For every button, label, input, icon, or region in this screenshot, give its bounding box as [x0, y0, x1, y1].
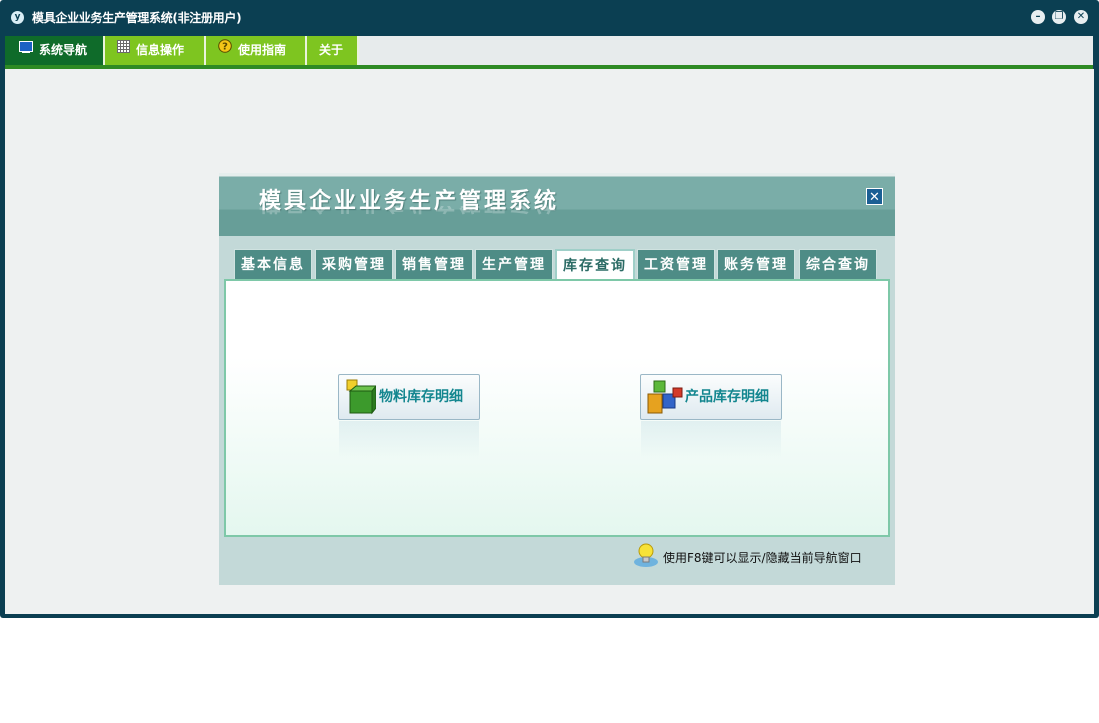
button-label: 产品库存明细	[685, 389, 769, 405]
menu-label: 关于	[319, 43, 344, 57]
tab-payroll[interactable]: 工资管理	[637, 249, 715, 280]
svg-text:?: ?	[222, 42, 228, 53]
menu-bar: 系统导航 信息操作 ? 使用指南 关于	[5, 36, 1093, 65]
menu-info-ops[interactable]: 信息操作	[105, 36, 206, 65]
monitor-icon	[19, 35, 33, 64]
app-window: y 模具企业业务生产管理系统(非注册用户) – ❐ ✕ 系统导航 信息操作 ? …	[0, 0, 1099, 618]
product-boxes-icon	[646, 378, 684, 420]
hint-text: 使用F8键可以显示/隐藏当前导航窗口	[663, 551, 862, 565]
panel-title-reflection: 模具企业业务生产管理系统	[259, 206, 559, 220]
minimize-button[interactable]: –	[1031, 10, 1045, 24]
button-reflection	[339, 421, 479, 459]
menu-user-guide[interactable]: ? 使用指南	[206, 36, 307, 65]
tab-accounting[interactable]: 账务管理	[717, 249, 795, 280]
app-logo-icon: y	[11, 11, 24, 24]
menu-label: 信息操作	[136, 43, 185, 57]
lightbulb-icon	[633, 542, 659, 568]
tab-purchasing[interactable]: 采购管理	[315, 249, 393, 280]
menu-system-nav[interactable]: 系统导航	[5, 36, 105, 65]
button-label: 物料库存明细	[379, 389, 463, 405]
tab-sales[interactable]: 销售管理	[395, 249, 473, 280]
panel-close-button[interactable]: ✕	[866, 188, 883, 205]
material-inventory-button[interactable]: 物料库存明细	[338, 374, 480, 459]
navigation-panel: 模具企业业务生产管理系统 模具企业业务生产管理系统 ✕ 基本信息 采购管理 销售…	[219, 173, 895, 585]
tab-content: 物料库存明细 产品库存明细	[224, 279, 890, 537]
tab-production[interactable]: 生产管理	[475, 249, 553, 280]
material-cubes-icon	[344, 379, 378, 421]
menu-label: 系统导航	[39, 43, 88, 57]
title-bar[interactable]: y 模具企业业务生产管理系统(非注册用户) – ❐ ✕	[0, 0, 1099, 36]
grid-icon	[117, 35, 130, 64]
tab-basic-info[interactable]: 基本信息	[234, 249, 312, 280]
tab-general-query[interactable]: 综合查询	[799, 249, 877, 280]
product-inventory-button[interactable]: 产品库存明细	[640, 374, 782, 459]
help-icon: ?	[218, 35, 232, 64]
tab-inventory[interactable]: 库存查询	[555, 249, 635, 282]
panel-header: 模具企业业务生产管理系统 模具企业业务生产管理系统 ✕	[219, 173, 895, 236]
menu-about[interactable]: 关于	[307, 36, 359, 65]
button-reflection	[641, 421, 781, 459]
close-button[interactable]: ✕	[1074, 10, 1088, 24]
restore-button[interactable]: ❐	[1052, 10, 1066, 24]
menu-label: 使用指南	[238, 43, 287, 57]
window-title: 模具企业业务生产管理系统(非注册用户)	[32, 11, 242, 25]
